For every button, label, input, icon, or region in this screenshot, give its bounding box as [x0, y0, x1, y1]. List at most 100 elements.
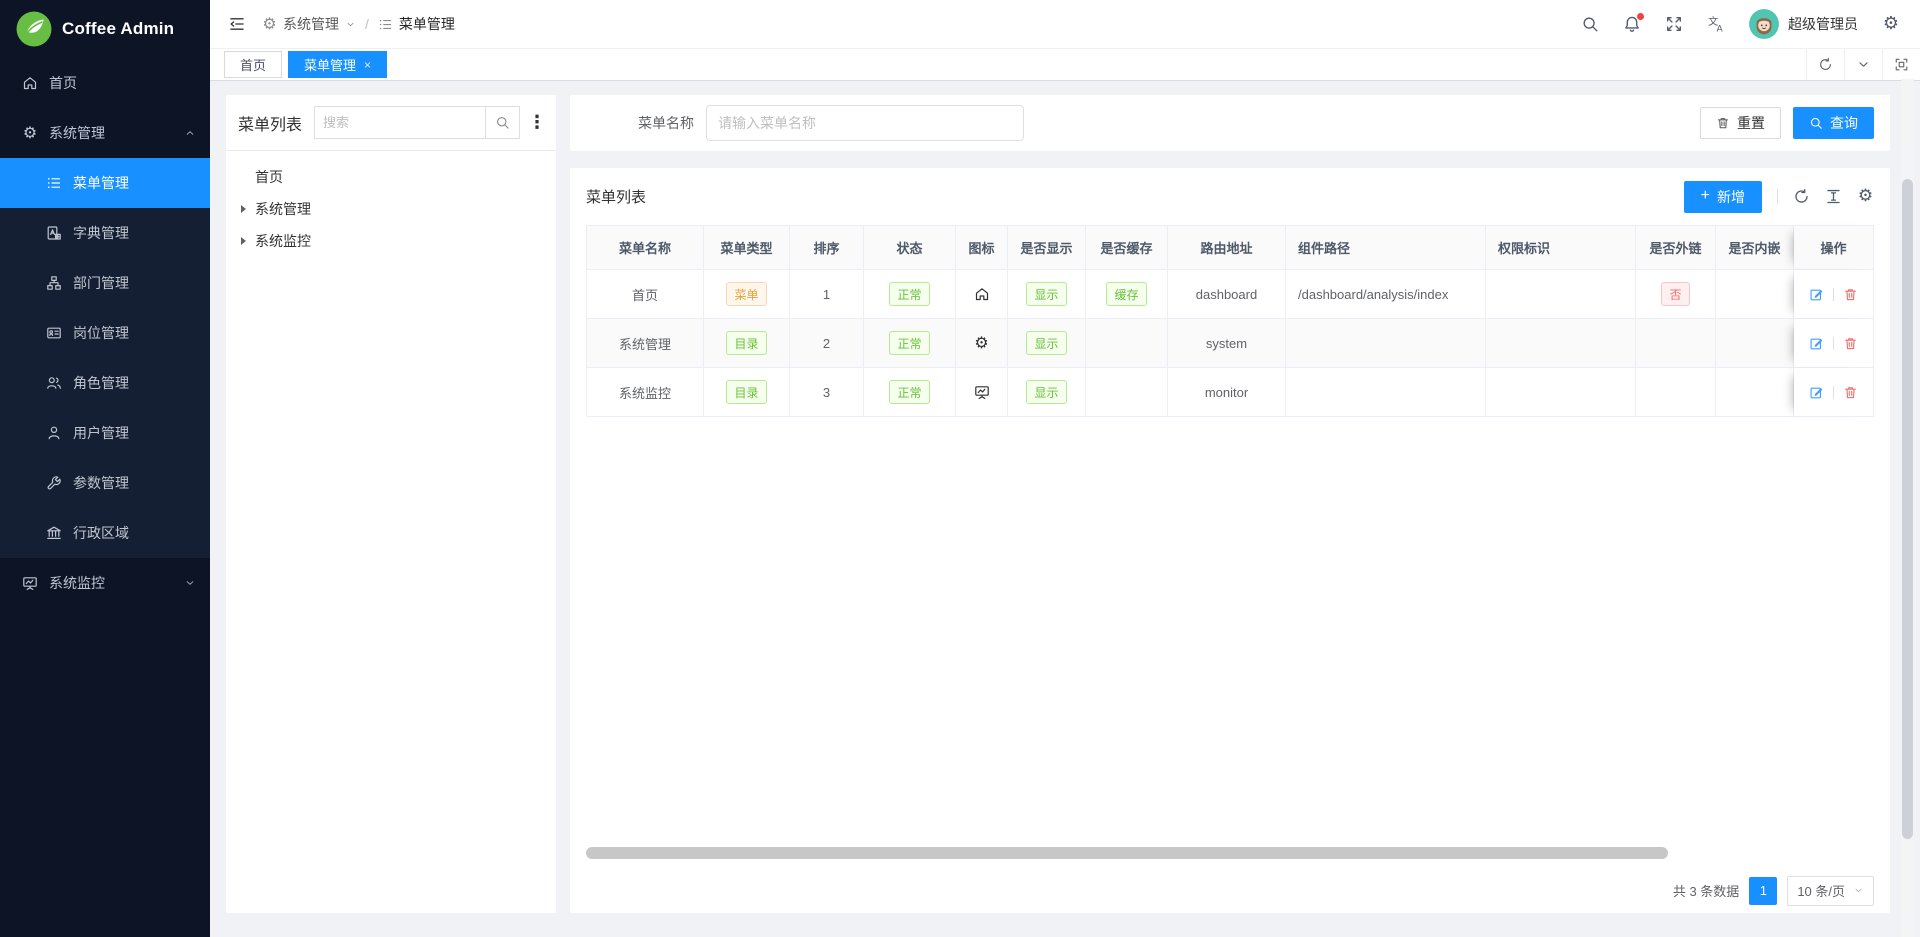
table-settings-gear-icon[interactable]: ⚙ — [1857, 188, 1874, 205]
tree-search-input[interactable] — [314, 106, 485, 139]
fullscreen-icon[interactable] — [1665, 15, 1683, 33]
row-density-icon[interactable] — [1825, 188, 1842, 205]
content-fullscreen-button[interactable] — [1882, 49, 1920, 80]
open-tabs: 首页 菜单管理× — [224, 51, 387, 78]
table-row[interactable]: 系统监控目录3正常显示monitor — [586, 368, 1874, 417]
edit-row-button[interactable] — [1809, 336, 1824, 351]
caret-right-icon[interactable] — [241, 237, 246, 245]
table-row[interactable]: 首页菜单1正常显示缓存dashboard/dashboard/analysis/… — [586, 270, 1874, 319]
table-cell — [1086, 319, 1168, 368]
pagination: 共 3 条数据 1 10 条/页 — [586, 868, 1874, 913]
chevron-down-icon — [1856, 57, 1871, 72]
tab-item[interactable]: 首页 — [224, 51, 282, 78]
sidebar-item-role[interactable]: 角色管理 — [0, 358, 210, 408]
reset-button[interactable]: 重置 — [1700, 107, 1781, 139]
breadcrumb-item[interactable]: 菜单管理 — [378, 14, 455, 34]
horizontal-scrollbar — [586, 847, 1874, 859]
table-cell — [1636, 319, 1716, 368]
user-icon — [46, 425, 62, 441]
content-fullscreen-icon — [1894, 57, 1909, 72]
delete-row-button[interactable] — [1843, 287, 1858, 302]
tree-item[interactable]: 系统监控 — [226, 225, 556, 257]
tab-actions-dropdown[interactable] — [1844, 49, 1882, 80]
translate-icon[interactable]: 文A — [1707, 15, 1725, 33]
reset-trash-icon — [1716, 116, 1730, 130]
user-name: 超级管理员 — [1788, 14, 1858, 34]
tree-search-button[interactable] — [485, 106, 520, 139]
tab-refresh-button[interactable] — [1806, 49, 1844, 80]
list-icon — [46, 175, 62, 191]
table-cell: 2 — [790, 319, 864, 368]
tree-item[interactable]: 系统管理 — [226, 193, 556, 225]
cell-text: 1 — [823, 287, 830, 302]
column-header: 是否显示 — [1008, 225, 1086, 270]
delete-row-button[interactable] — [1843, 385, 1858, 400]
table-row[interactable]: 系统管理目录2正常⚙显示system — [586, 319, 1874, 368]
roles-icon — [46, 375, 62, 391]
menu-table: 菜单名称菜单类型排序状态图标是否显示是否缓存路由地址组件路径权限标识是否外链是否… — [586, 225, 1874, 417]
sidebar-item-post[interactable]: 岗位管理 — [0, 308, 210, 358]
settings-gear-icon[interactable]: ⚙ — [1882, 15, 1900, 33]
page-scrollbar[interactable] — [1901, 79, 1914, 937]
column-header: 菜单类型 — [704, 225, 790, 270]
chevron-down-icon — [1853, 885, 1864, 896]
horizontal-scrollbar-thumb[interactable] — [586, 847, 1668, 859]
divider — [1777, 189, 1778, 204]
delete-row-button[interactable] — [1843, 336, 1858, 351]
org-icon — [46, 275, 62, 291]
collapse-sidebar-icon[interactable] — [228, 15, 246, 33]
sidebar-item-user[interactable]: 用户管理 — [0, 408, 210, 458]
status-tag: 显示 — [1026, 380, 1066, 404]
column-header: 权限标识 — [1486, 225, 1636, 270]
page-scrollbar-thumb[interactable] — [1902, 179, 1913, 839]
home-icon — [22, 75, 38, 91]
pagination-page-button[interactable]: 1 — [1749, 877, 1777, 905]
breadcrumb-item[interactable]: ⚙系统管理 — [262, 14, 356, 34]
table-card-header: 菜单列表 + 新增 ⚙ — [586, 168, 1874, 225]
status-tag: 菜单 — [726, 282, 766, 306]
caret-right-icon[interactable] — [241, 205, 246, 213]
chevron-down-icon — [184, 577, 196, 589]
edit-row-button[interactable] — [1809, 287, 1824, 302]
gear-icon: ⚙ — [974, 335, 990, 351]
sidebar-item-param[interactable]: 参数管理 — [0, 458, 210, 508]
table-cell: ⚙ — [956, 319, 1008, 368]
sidebar-item-home[interactable]: 首页 — [0, 58, 210, 108]
add-button[interactable]: + 新增 — [1684, 181, 1762, 213]
header-actions: 文A 超级管理员 ⚙ — [1581, 9, 1900, 39]
table-refresh-icon[interactable] — [1793, 188, 1810, 205]
tab-label: 首页 — [240, 55, 266, 74]
breadcrumb-separator: / — [365, 16, 369, 32]
tree-more-menu-icon[interactable]: ⋮ — [530, 114, 544, 132]
query-button[interactable]: 查询 — [1793, 107, 1874, 139]
right-column: 菜单名称 重置 查询 — [570, 95, 1890, 913]
column-header: 是否外链 — [1636, 225, 1716, 270]
notifications-bell-icon[interactable] — [1623, 15, 1641, 33]
tab-active[interactable]: 菜单管理× — [288, 51, 387, 78]
menu-tree-panel: 菜单列表 ⋮ 首页系统管理系统监控 — [226, 95, 556, 913]
table-cell — [1636, 368, 1716, 417]
user-menu[interactable]: 超级管理员 — [1749, 9, 1858, 39]
sidebar-item-dict[interactable]: 字典管理 — [0, 208, 210, 258]
app-title: Coffee Admin — [62, 19, 174, 39]
search-icon[interactable] — [1581, 15, 1599, 33]
table-cell — [1794, 270, 1874, 319]
page-size-select[interactable]: 10 条/页 — [1787, 876, 1874, 906]
sidebar-item-system[interactable]: ⚙系统管理 — [0, 108, 210, 158]
app-root: Coffee Admin 首页⚙系统管理菜单管理字典管理部门管理岗位管理角色管理… — [0, 0, 1920, 937]
table-cell: 系统管理 — [586, 319, 704, 368]
app-logo[interactable]: Coffee Admin — [0, 0, 210, 58]
tree-item[interactable]: 首页 — [226, 161, 556, 193]
status-tag: 目录 — [726, 380, 766, 404]
sidebar-item-menu[interactable]: 菜单管理 — [0, 158, 210, 208]
sidebar-item-region[interactable]: 行政区域 — [0, 508, 210, 558]
query-button-label: 查询 — [1830, 113, 1858, 133]
sidebar-item-monitor[interactable]: 系统监控 — [0, 558, 210, 608]
plus-icon: + — [1701, 188, 1710, 204]
edit-row-button[interactable] — [1809, 385, 1824, 400]
column-header: 组件路径 — [1286, 225, 1486, 270]
menu-name-input[interactable] — [706, 105, 1024, 141]
close-tab-icon[interactable]: × — [364, 59, 371, 71]
sidebar-item-dept[interactable]: 部门管理 — [0, 258, 210, 308]
table-cell: 菜单 — [704, 270, 790, 319]
